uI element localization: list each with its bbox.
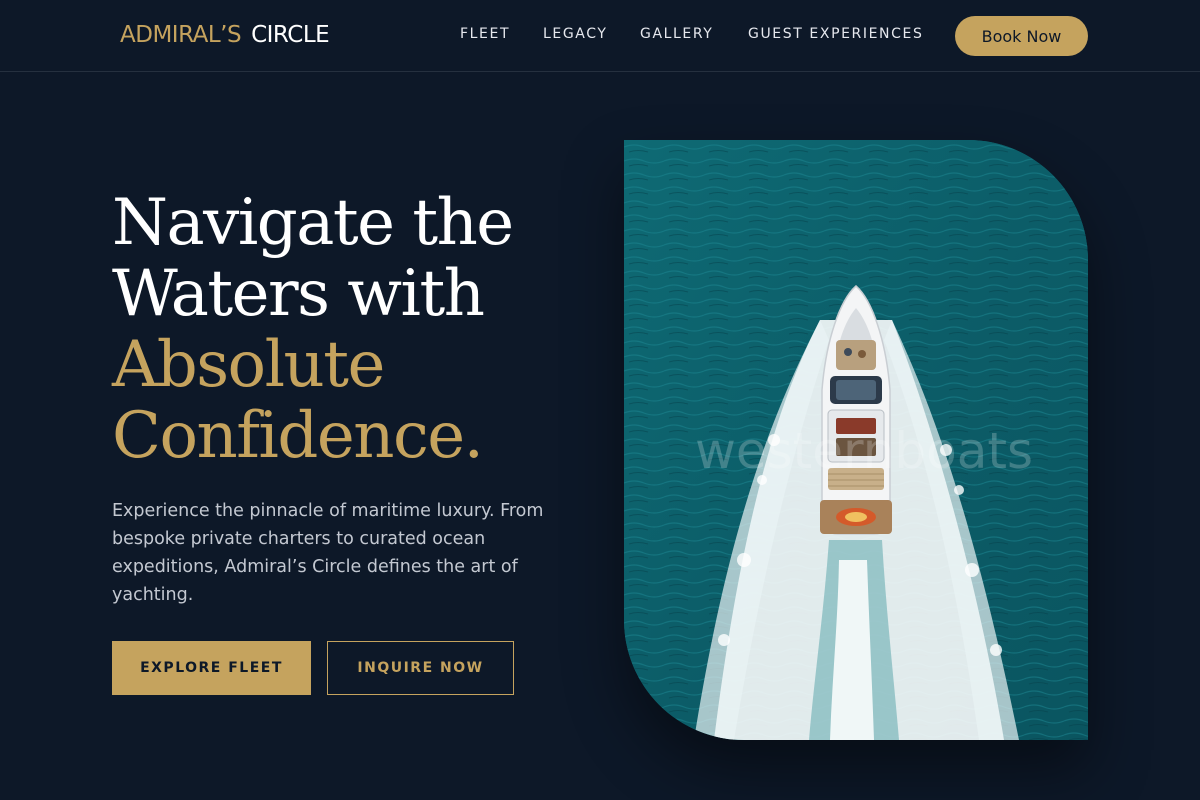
brand-logo[interactable]: ADMIRAL’S CIRCLE — [120, 22, 330, 48]
hero-headline: Navigate the Waters with Absolute Confid… — [112, 188, 592, 472]
top-navbar: ADMIRAL’S CIRCLE FLEET LEGACY GALLERY GUE… — [0, 0, 1200, 72]
hero-description: Experience the pinnacle of maritime luxu… — [112, 501, 544, 605]
headline-line-3: Absolute — [112, 328, 385, 402]
inquire-now-button[interactable]: INQUIRE NOW — [327, 641, 514, 695]
brand-name-white: CIRCLE — [251, 22, 330, 48]
nav-link-fleet[interactable]: FLEET — [460, 26, 510, 42]
headline-line-2: Waters with — [112, 257, 485, 331]
hero-yacht-image: westernboats — [624, 140, 1088, 740]
yacht-aerial-illustration — [624, 140, 1088, 740]
headline-line-1: Navigate the — [112, 186, 514, 260]
headline-line-4: Confidence. — [112, 399, 484, 473]
explore-fleet-button[interactable]: EXPLORE FLEET — [112, 641, 311, 695]
brand-name-gold: ADMIRAL’S — [120, 22, 242, 48]
book-now-button[interactable]: Book Now — [955, 16, 1088, 56]
nav-link-guest-experiences[interactable]: GUEST EXPERIENCES — [748, 26, 923, 42]
nav-link-legacy[interactable]: LEGACY — [543, 26, 608, 42]
nav-link-gallery[interactable]: GALLERY — [640, 26, 713, 42]
